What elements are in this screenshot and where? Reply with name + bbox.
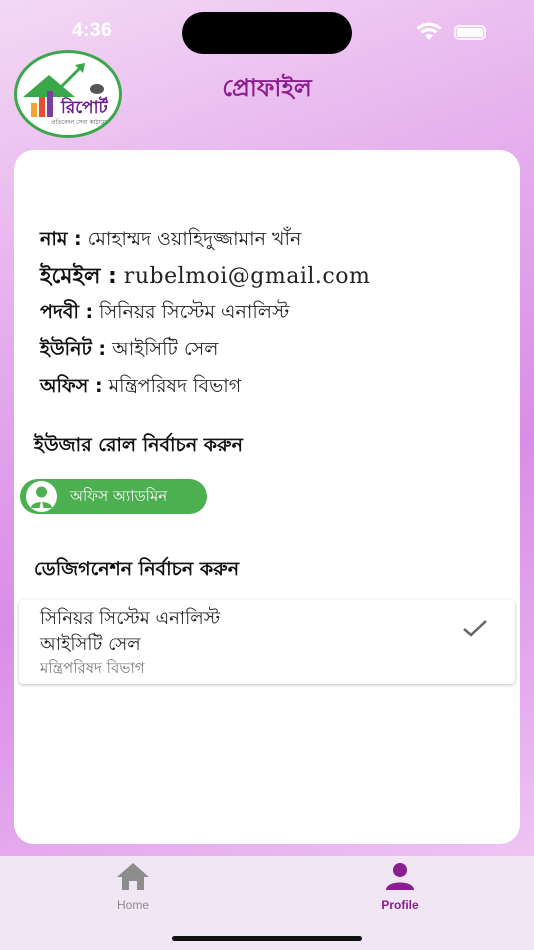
- name-value: মোহাম্মদ ওয়াহিদুজ্জামান খাঁন: [87, 228, 302, 250]
- designation-office: মন্ত্রিপরিষদ বিভাগ: [40, 659, 145, 677]
- page-title: প্রোফাইল: [222, 74, 312, 102]
- post-row: পদবী : সিনিয়র সিস্টেম এনালিস্ট: [40, 298, 289, 330]
- profile-card: নাম : মোহাম্মদ ওয়াহিদুজ্জামান খাঁন ইমেই…: [14, 150, 520, 844]
- office-label: অফিস :: [40, 375, 103, 397]
- office-value: মন্ত্রিপরিষদ বিভাগ: [108, 375, 242, 397]
- designation-section-heading: ডেজিগনেশন নির্বাচন করুন: [34, 558, 240, 580]
- check-icon: [463, 620, 487, 637]
- home-indicator[interactable]: [172, 936, 362, 941]
- person-icon: [386, 863, 414, 890]
- unit-value: আইসিটি সেল: [112, 338, 219, 360]
- nav-item-home[interactable]: Home: [73, 860, 193, 912]
- user-avatar-icon: [26, 481, 57, 512]
- home-icon: [117, 863, 149, 890]
- unit-row: ইউনিট : আইসিটি সেল: [40, 335, 218, 367]
- dynamic-island: [182, 12, 352, 54]
- email-value: rubelmoi@gmail.com: [123, 264, 371, 289]
- role-chip-office-admin[interactable]: অফিস অ্যাডমিন: [20, 479, 207, 514]
- nav-label-home: Home: [116, 898, 149, 912]
- role-section-heading: ইউজার রোল নির্বাচন করুন: [34, 434, 243, 456]
- email-label: ইমেইল :: [40, 264, 117, 289]
- role-label: অফিস অ্যাডমিন: [70, 487, 168, 505]
- email-row: ইমেইল : rubelmoi@gmail.com: [40, 259, 370, 296]
- post-value: সিনিয়র সিস্টেম এনালিস্ট: [99, 301, 290, 323]
- name-row: নাম : মোহাম্মদ ওয়াহিদুজ্জামান খাঁন: [40, 225, 301, 257]
- logo-subtitle: প্রতিবেদন সেবা কাঠামো: [51, 119, 108, 126]
- post-label: পদবী :: [40, 301, 94, 323]
- wifi-icon: [416, 22, 442, 40]
- name-label: নাম :: [40, 228, 82, 250]
- office-row: অফিস : মন্ত্রিপরিষদ বিভাগ: [40, 372, 241, 404]
- nav-label-profile: Profile: [381, 898, 419, 912]
- unit-label: ইউনিট :: [40, 338, 107, 360]
- nav-item-profile[interactable]: Profile: [340, 860, 460, 912]
- status-time: 4:36: [72, 20, 113, 41]
- status-icons: [416, 22, 490, 42]
- designation-list-item[interactable]: সিনিয়র সিস্টেম এনালিস্ট আইসিটি সেল মন্ত…: [19, 600, 515, 684]
- battery-icon: [454, 25, 486, 40]
